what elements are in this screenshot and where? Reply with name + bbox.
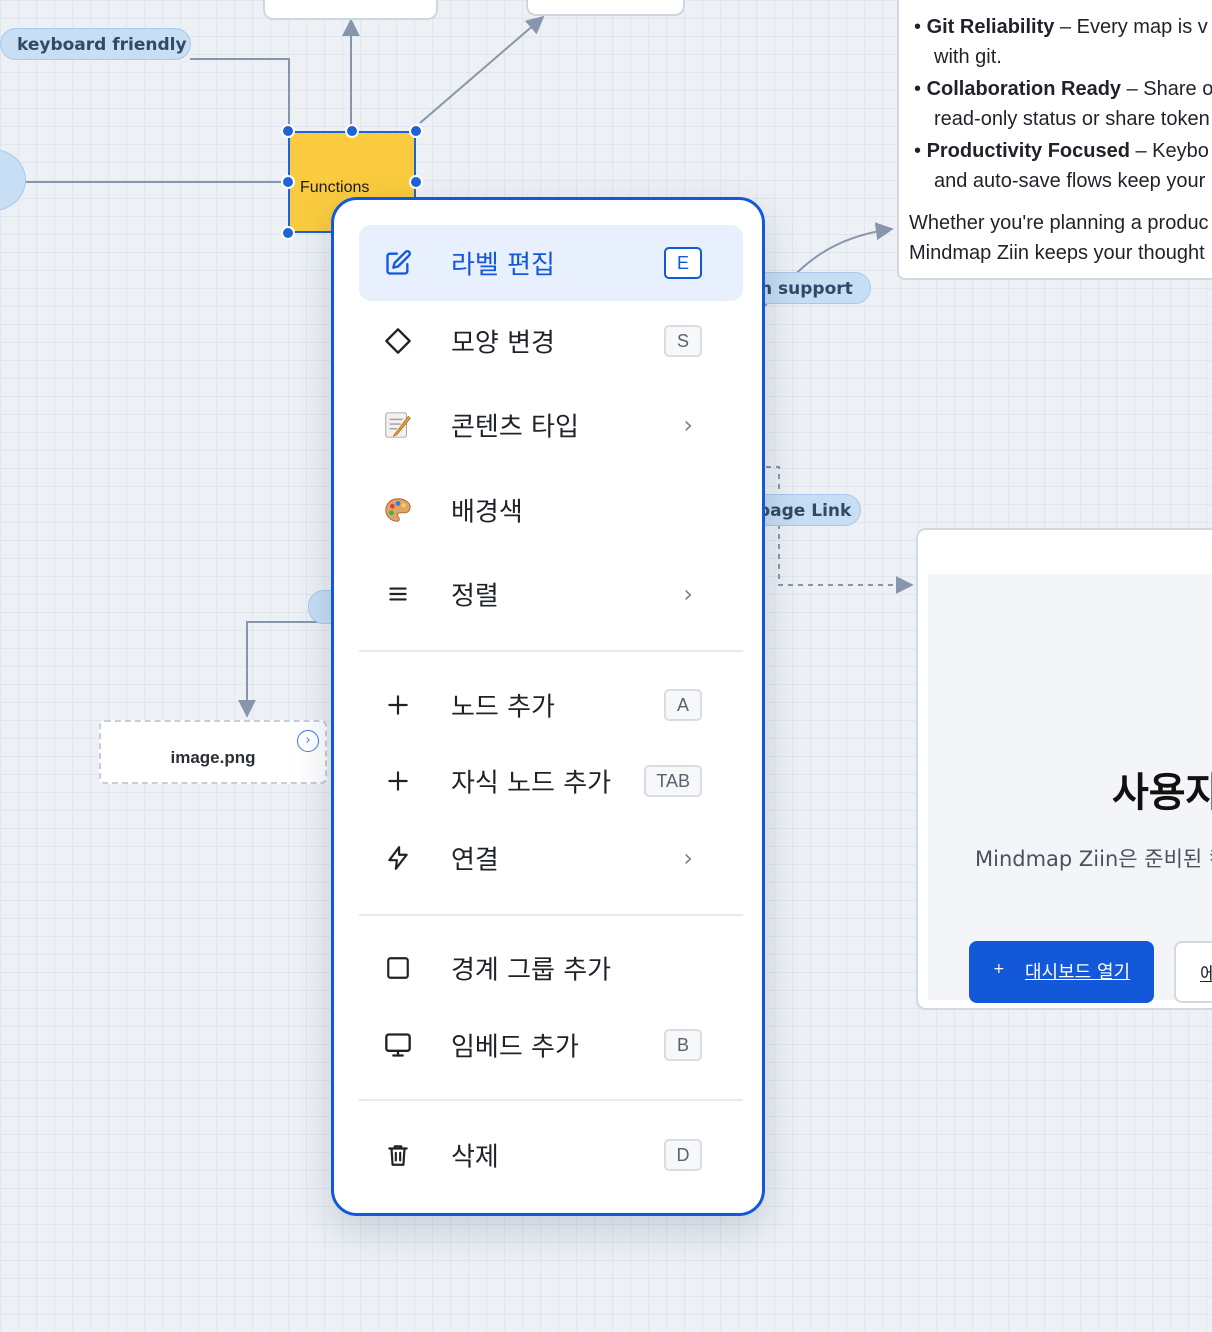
card-bullet-continuation: read-only status or share token [934,108,1210,130]
menu-item-content-type[interactable]: 콘텐츠 타입 › [359,387,743,463]
card-footer-line: Whether you're planning a produc [909,212,1209,234]
open-dashboard-label: 대시보드 열기 [1025,962,1131,983]
chevron-right-icon: › [683,844,693,872]
menu-item-change-shape[interactable]: 모양 변경 S [359,303,743,379]
node-text-card[interactable]: • Git Reliability – Every map is v with … [897,0,1212,280]
chevron-right-icon: › [683,411,693,439]
trash-icon [383,1140,413,1170]
card-bullet-text: – Keybo [1129,140,1209,162]
embed-title: 사용자 [1112,770,1212,816]
menu-item-label: 경계 그룹 추가 [451,955,612,986]
shortcut-key: E [664,247,702,279]
node-image-label: image.png [170,748,256,767]
card-bullet-text: – Every map is v [1054,16,1208,38]
menu-item-label: 삭제 [451,1142,499,1173]
menu-item-label: 임베드 추가 [451,1032,579,1063]
card-bullet-bold: Git Reliability [926,16,1055,38]
lightning-icon [383,843,413,873]
menu-divider [359,1099,743,1101]
memo-icon [383,410,413,440]
menu-item-background-color[interactable]: 배경색 [359,472,743,548]
menu-item-label: 배경색 [451,497,523,528]
menu-item-label: 라벨 편집 [451,250,555,281]
edit-icon [383,248,413,278]
embed-description: Mindmap Ziin은 준비된 컨 [975,847,1212,871]
monitor-icon [383,1030,413,1060]
menu-item-label: 노드 추가 [451,692,555,723]
resize-handle-mr[interactable] [409,175,423,189]
menu-item-label: 연결 [451,845,499,876]
card-bullet-bold: Productivity Focused [926,140,1130,162]
chevron-right-icon: › [683,580,693,608]
align-icon [383,579,413,609]
node-embed-card[interactable]: 사용자 Mindmap Ziin은 준비된 컨 + 대시보드 열기 에 [916,528,1212,1010]
node-functions-label: Functions [300,179,370,196]
resize-handle-tl[interactable] [281,124,295,138]
secondary-button-label: 에 [1200,960,1212,986]
menu-item-label: 정렬 [451,581,499,612]
menu-item-delete[interactable]: 삭제 D [359,1117,743,1193]
menu-divider [359,914,743,916]
resize-handle-tc[interactable] [345,124,359,138]
plus-icon: + [993,961,1005,977]
context-menu: 라벨 편집 E 모양 변경 S 콘텐츠 타입 › 배경색 정렬 › 노드 추가 … [331,197,765,1216]
shortcut-key: TAB [644,765,702,797]
pill-keyboard-friendly[interactable]: keyboard friendly [0,28,191,60]
menu-item-add-node[interactable]: 노드 추가 A [359,667,743,743]
shortcut-key: B [664,1029,702,1061]
card-bullet-item: • Git Reliability – Every map is v [914,16,1208,38]
resize-handle-tr[interactable] [409,124,423,138]
menu-item-label: 자식 노드 추가 [451,768,612,799]
node-top-right[interactable] [526,0,685,16]
palette-icon [383,495,413,525]
menu-item-add-embed[interactable]: 임베드 추가 B [359,1007,743,1083]
shortcut-key: D [664,1139,702,1171]
menu-item-align[interactable]: 정렬 › [359,556,743,632]
shortcut-key: S [664,325,702,357]
plus-icon [383,766,413,796]
card-bullet-continuation: with git. [934,46,1002,68]
menu-item-add-boundary-group[interactable]: 경계 그룹 추가 [359,930,743,1006]
menu-item-connect[interactable]: 연결 › [359,820,743,896]
secondary-button[interactable]: 에 [1174,941,1212,1003]
menu-item-label: 콘텐츠 타입 [451,412,579,443]
node-image[interactable]: image.png › [99,720,327,784]
menu-item-label: 모양 변경 [451,328,555,359]
card-bullet-item: • Collaboration Ready – Share o [914,78,1212,100]
card-bullet-bold: Collaboration Ready [926,78,1122,100]
open-dashboard-button[interactable]: + 대시보드 열기 [969,941,1154,1003]
shortcut-key: A [664,689,702,721]
card-footer-line: Mindmap Ziin keeps your thought [909,242,1205,264]
node-top-left[interactable] [263,0,438,20]
diamond-icon [383,326,413,356]
plus-icon [383,690,413,720]
card-bullet-text: – Share o [1121,78,1212,100]
menu-item-edit-label[interactable]: 라벨 편집 E [359,225,743,301]
square-icon [383,953,413,983]
resize-handle-bl[interactable] [281,226,295,240]
menu-item-add-child-node[interactable]: 자식 노드 추가 TAB [359,743,743,819]
resize-handle-ml[interactable] [281,175,295,189]
menu-divider [359,650,743,652]
card-bullet-continuation: and auto-save flows keep your [934,170,1206,192]
card-bullet-item: • Productivity Focused – Keybo [914,140,1209,162]
chevron-right-icon[interactable]: › [297,730,319,752]
